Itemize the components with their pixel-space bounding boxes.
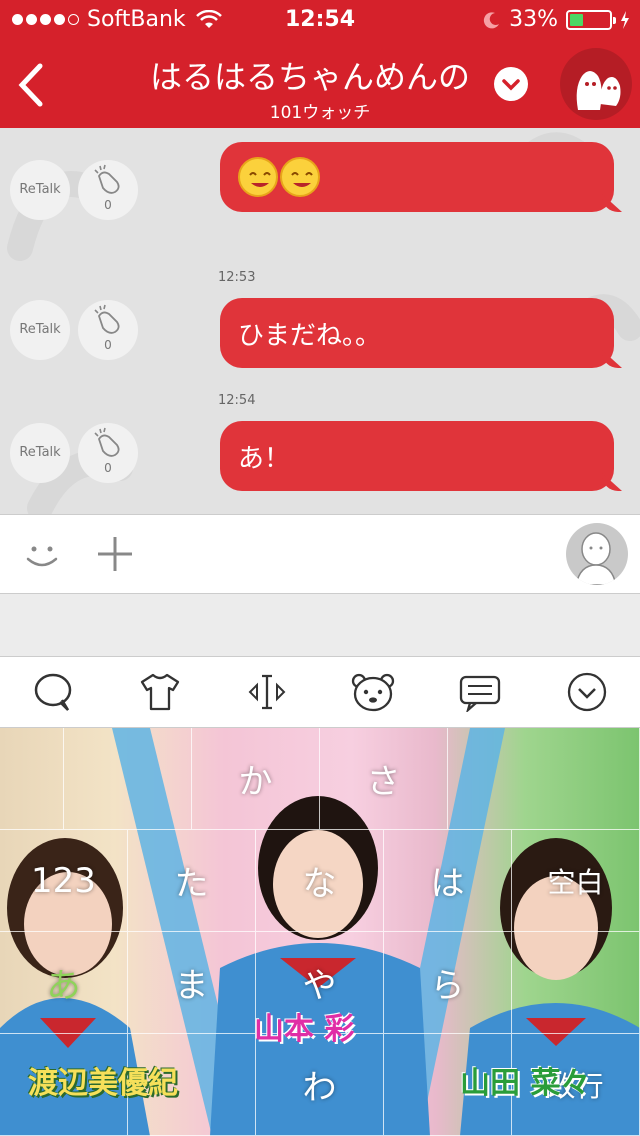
ghost-mascot-icon <box>576 71 621 110</box>
clap-button[interactable]: 0 <box>78 423 138 483</box>
status-bar: SoftBank 12:54 33% <box>0 0 640 40</box>
theme-caption-right: 山田 菜々 <box>460 1066 591 1101</box>
chat-title: はるはるちゃんめんの <box>149 58 470 96</box>
message-input-bar <box>0 514 640 594</box>
message-bubble[interactable] <box>220 142 614 212</box>
keyboard-toolbar <box>0 656 640 728</box>
tshirt-icon <box>140 673 180 711</box>
theme-caption-left: 渡辺美優紀 <box>28 1066 178 1101</box>
clap-count: 0 <box>104 461 112 475</box>
keyboard-tool-button[interactable] <box>533 657 640 727</box>
keyboard-tool-button[interactable] <box>213 657 320 727</box>
message-timestamp: 12:53 <box>218 270 256 285</box>
message-text: あ！ <box>238 443 291 474</box>
emoji-smile-icon <box>238 157 278 197</box>
message-icon <box>459 675 501 712</box>
clap-icon <box>94 304 120 334</box>
keyboard-tool-button[interactable] <box>0 657 107 727</box>
clap-button[interactable]: 0 <box>78 300 138 360</box>
message-bubble[interactable]: あ！ <box>220 421 614 491</box>
key-space[interactable]: 空白 <box>512 830 640 932</box>
speech-bubble-icon <box>35 673 72 711</box>
key-ka[interactable]: か <box>192 728 320 830</box>
keyboard-tool-button[interactable] <box>107 657 214 727</box>
key-ta[interactable]: た <box>128 830 256 932</box>
key-delete[interactable] <box>448 728 640 830</box>
chevron-down-icon <box>502 79 520 91</box>
moon-icon <box>483 11 500 28</box>
key-ra[interactable]: ら <box>384 932 512 1034</box>
clap-count: 0 <box>104 198 112 212</box>
key-input-mode[interactable]: あ <box>0 932 128 1034</box>
title-dropdown-button[interactable] <box>494 67 528 101</box>
cursor-icon <box>248 674 286 710</box>
retalk-button[interactable]: ReTalk <box>10 300 70 360</box>
chat-area[interactable]: ReTalk 0 12:53 ReTalk 0 ひまだね。。 12:54 ReT… <box>0 128 640 514</box>
clap-button[interactable]: 0 <box>78 160 138 220</box>
header-bar: SoftBank 12:54 33% はるはるちゃんめんの 101ウォッチ <box>0 0 640 128</box>
retalk-button[interactable]: ReTalk <box>10 423 70 483</box>
person-icon <box>575 532 617 585</box>
keyboard-tool-button[interactable] <box>320 657 427 727</box>
battery-fill <box>570 13 583 26</box>
key-enter-top[interactable] <box>512 932 640 1034</box>
key-sa[interactable]: さ <box>320 728 448 830</box>
key-wa[interactable]: わ <box>256 1034 384 1136</box>
key-123[interactable]: 123 <box>0 830 128 932</box>
key-ha[interactable]: は <box>384 830 512 932</box>
clap-icon <box>94 164 120 194</box>
plus-icon[interactable] <box>96 535 134 573</box>
keyboard-tool-button[interactable] <box>427 657 534 727</box>
status-right: 33% <box>483 7 630 32</box>
message-bubble[interactable]: ひまだね。。 <box>220 298 614 368</box>
clap-icon <box>94 427 120 457</box>
key-a-row[interactable] <box>64 728 192 830</box>
emoji-smile-icon <box>280 157 320 197</box>
key-left-arrow[interactable] <box>0 728 64 830</box>
smiley-icon[interactable] <box>22 535 62 575</box>
key-ma[interactable]: ま <box>128 932 256 1034</box>
retalk-button[interactable]: ReTalk <box>10 160 70 220</box>
chat-subtitle: 101ウォッチ <box>269 103 371 123</box>
key-na[interactable]: な <box>256 830 384 932</box>
input-spacer <box>0 594 640 656</box>
message-timestamp: 12:54 <box>218 393 256 408</box>
clap-count: 0 <box>104 338 112 352</box>
flick-keyboard: か さ 123 た な は 空白 あ ま や ら わ 改行 渡辺美優紀 山本 彩… <box>0 728 640 1136</box>
theme-caption-center: 山本 彩 <box>254 1012 355 1047</box>
charging-icon <box>621 10 629 29</box>
battery-icon <box>566 9 616 30</box>
message-text: ひまだね。。 <box>238 320 382 351</box>
bear-face-icon <box>352 673 395 712</box>
back-chevron-icon[interactable] <box>12 60 52 110</box>
group-avatar[interactable] <box>560 48 632 120</box>
battery-percent: 33% <box>509 7 558 32</box>
voice-avatar-button[interactable] <box>566 523 628 585</box>
chevron-down-icon <box>567 672 606 712</box>
